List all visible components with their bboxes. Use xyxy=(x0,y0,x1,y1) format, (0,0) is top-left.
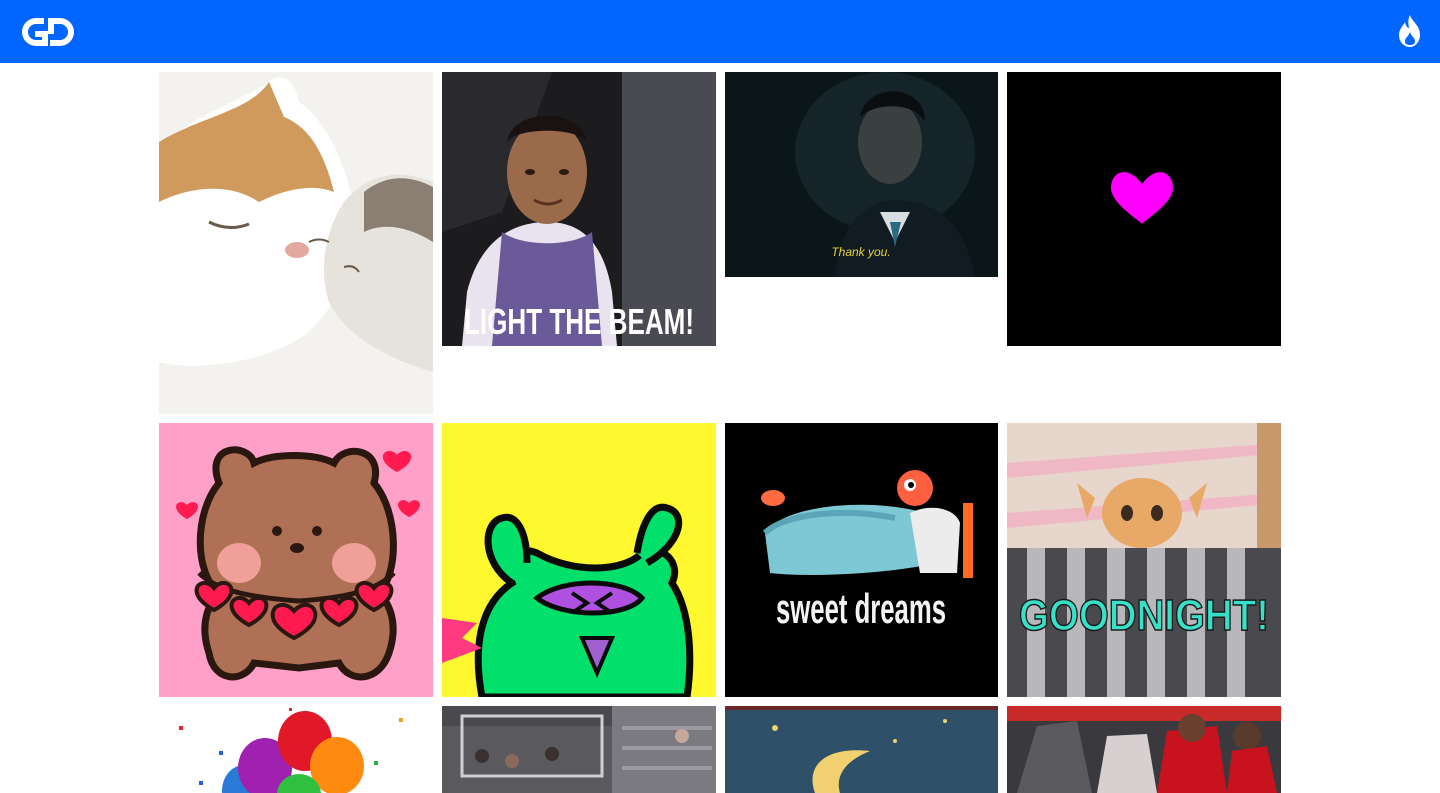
gif-tile-raptors-players[interactable] xyxy=(1007,706,1281,793)
gif-grid: LIGHT THE BEAM! Thank you. sweet dreams … xyxy=(0,0,1440,793)
gif-subtitle: Thank you. xyxy=(831,245,890,259)
gif-tile-man-in-suit-dark[interactable]: Thank you. xyxy=(725,72,998,277)
gif-tile-basketball-crowd[interactable] xyxy=(442,706,716,793)
gif-tile-pink-heart[interactable] xyxy=(1007,72,1281,346)
gif-tile-kitten-goodnight[interactable]: GOODNIGHT! xyxy=(1007,423,1281,697)
gif-caption: LIGHT THE BEAM! xyxy=(464,301,694,342)
gif-tile-balloons[interactable] xyxy=(159,706,433,793)
gif-tile-cats-nuzzling[interactable] xyxy=(159,72,433,414)
gif-tile-clay-sleeping[interactable]: sweet dreams xyxy=(725,423,998,697)
gif-caption: GOODNIGHT! xyxy=(1019,591,1269,640)
gif-tile-moon-night[interactable] xyxy=(725,706,998,793)
gif-caption: sweet dreams xyxy=(776,585,946,632)
gif-tile-player-smile[interactable]: LIGHT THE BEAM! xyxy=(442,72,716,346)
gif-tile-bear-with-hearts[interactable] xyxy=(159,423,433,697)
gif-tile-green-dinosaur[interactable] xyxy=(442,423,716,697)
